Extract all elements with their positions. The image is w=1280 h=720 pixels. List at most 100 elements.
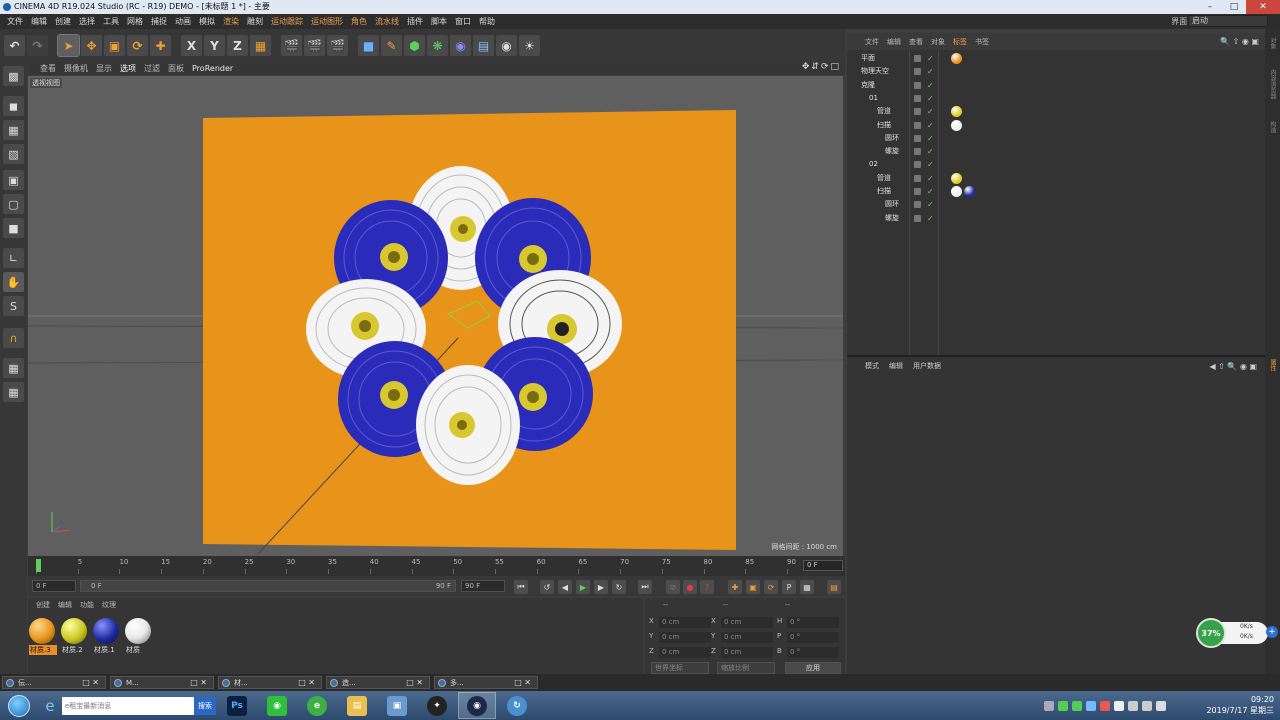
object-row[interactable]: 扫描 ✓ bbox=[847, 119, 1265, 132]
goto-start-icon[interactable]: ⏮ bbox=[514, 580, 528, 594]
taskbar-photoshop[interactable]: Ps bbox=[218, 692, 256, 719]
side-tab-content-browser[interactable]: 内容浏览器 bbox=[1268, 69, 1277, 99]
viewport-menu-cameras[interactable]: 摄像机 bbox=[60, 63, 92, 74]
visibility-toggle-icon[interactable] bbox=[914, 94, 921, 102]
tray-icon[interactable] bbox=[1128, 700, 1138, 711]
visibility-toggle-icon[interactable] bbox=[914, 161, 921, 169]
perspective-viewport[interactable]: 透视视图 网格间距 : 1000 cm bbox=[28, 76, 843, 556]
object-name[interactable]: 克隆 bbox=[861, 79, 875, 92]
material-menu-create[interactable]: 创建 bbox=[36, 600, 50, 610]
visibility-toggle-icon[interactable] bbox=[914, 121, 921, 129]
material-menu-function[interactable]: 功能 bbox=[80, 600, 94, 610]
viewport-menu-filter[interactable]: 过滤 bbox=[140, 63, 164, 74]
apply-button[interactable]: 应用 bbox=[785, 662, 841, 674]
object-row[interactable]: 平面 ✓ bbox=[847, 52, 1265, 65]
coord-mode-select[interactable]: 世界坐标 bbox=[651, 662, 709, 674]
enabled-check-icon[interactable]: ✓ bbox=[927, 65, 934, 78]
browser-icon[interactable]: e bbox=[38, 694, 62, 718]
search-input[interactable]: e租宝最新消息 bbox=[62, 696, 194, 715]
rotate-icon[interactable]: ⟳ bbox=[127, 35, 148, 56]
planar-workplane-icon[interactable]: ▦ bbox=[3, 382, 24, 402]
max-frame-field[interactable]: 90 F bbox=[461, 580, 505, 592]
menu-item-file[interactable]: 文件 bbox=[3, 14, 27, 29]
size-mode-select[interactable]: 缩放比例 bbox=[717, 662, 775, 674]
make-editable-icon[interactable]: ▩ bbox=[3, 66, 24, 86]
menu-item-window[interactable]: 窗口 bbox=[451, 14, 475, 29]
object-name[interactable]: 圆环 bbox=[885, 198, 899, 211]
deformer-icon[interactable]: ◉ bbox=[450, 35, 471, 56]
light-icon[interactable]: ☀ bbox=[519, 35, 540, 56]
volume-icon[interactable] bbox=[1156, 700, 1166, 711]
visibility-toggle-icon[interactable] bbox=[914, 214, 921, 222]
object-name[interactable]: 02 bbox=[869, 158, 878, 171]
window-tab[interactable]: 伝... □ ✕ bbox=[2, 676, 106, 689]
window-tab-controls[interactable]: □ ✕ bbox=[406, 678, 423, 687]
side-tab-structure[interactable]: 构造 bbox=[1268, 121, 1277, 133]
coord-value[interactable]: 0 ° bbox=[787, 632, 839, 643]
pen-icon[interactable]: ✎ bbox=[381, 35, 402, 56]
magnet-icon[interactable]: ∩ bbox=[3, 328, 24, 348]
obj-menu-tags[interactable]: 标签 bbox=[953, 37, 967, 47]
visibility-toggle-icon[interactable] bbox=[914, 108, 921, 116]
material-tag-icon[interactable] bbox=[951, 53, 962, 64]
keyframe-selection-icon[interactable]: ? bbox=[700, 580, 714, 594]
taskbar-cinema4d[interactable]: ◉ bbox=[458, 692, 496, 719]
menu-item-mesh[interactable]: 网格 bbox=[123, 14, 147, 29]
window-tab[interactable]: 材... □ ✕ bbox=[218, 676, 322, 689]
window-tab[interactable]: 造... □ ✕ bbox=[326, 676, 430, 689]
key-parameter-icon[interactable]: P bbox=[782, 580, 796, 594]
enabled-check-icon[interactable]: ✓ bbox=[927, 185, 934, 198]
viewport-menu-prorender[interactable]: ProRender bbox=[188, 64, 237, 73]
object-row[interactable]: 扫描 ✓ bbox=[847, 185, 1265, 198]
timeline-ruler[interactable]: 051015202530354045505560657075808590 0 F bbox=[28, 556, 845, 576]
material-slot[interactable]: 材质 bbox=[125, 618, 153, 654]
menu-item-animate[interactable]: 动画 bbox=[171, 14, 195, 29]
enabled-check-icon[interactable]: ✓ bbox=[927, 119, 934, 132]
tray-icon[interactable] bbox=[1114, 700, 1124, 711]
coord-value[interactable]: 0 cm bbox=[659, 647, 711, 658]
object-name[interactable]: 螺旋 bbox=[885, 145, 899, 158]
taskbar-computer[interactable]: ▣ bbox=[378, 692, 416, 719]
enabled-check-icon[interactable]: ✓ bbox=[927, 132, 934, 145]
enabled-check-icon[interactable]: ✓ bbox=[927, 105, 934, 118]
material-slot[interactable]: 材质.1 bbox=[93, 618, 121, 654]
enabled-check-icon[interactable]: ✓ bbox=[927, 79, 934, 92]
enabled-check-icon[interactable]: ✓ bbox=[927, 92, 934, 105]
coord-value[interactable]: 0 ° bbox=[787, 647, 839, 658]
start-button[interactable] bbox=[0, 691, 38, 720]
tray-icon[interactable] bbox=[1142, 700, 1152, 711]
visibility-toggle-icon[interactable] bbox=[914, 55, 921, 62]
menu-item-render[interactable]: 渲染 bbox=[219, 14, 243, 29]
live-select-icon[interactable]: ➤ bbox=[57, 34, 80, 57]
object-name[interactable]: 管道 bbox=[877, 105, 891, 118]
y-axis-icon[interactable]: Y bbox=[204, 35, 225, 56]
window-tab-controls[interactable]: □ ✕ bbox=[298, 678, 315, 687]
enabled-check-icon[interactable]: ✓ bbox=[927, 158, 934, 171]
object-row[interactable]: 螺旋 ✓ bbox=[847, 212, 1265, 225]
coord-value[interactable]: 0 cm bbox=[721, 632, 773, 643]
goto-end-icon[interactable]: ⏭ bbox=[638, 580, 652, 594]
window-tab-controls[interactable]: □ ✕ bbox=[514, 678, 531, 687]
object-row[interactable]: 圆环 ✓ bbox=[847, 198, 1265, 211]
menu-item-tools[interactable]: 工具 bbox=[99, 14, 123, 29]
timeline-playhead[interactable] bbox=[36, 559, 41, 572]
attr-menu-user-data[interactable]: 用户数据 bbox=[913, 361, 941, 371]
viewport-menu-view[interactable]: 查看 bbox=[36, 63, 60, 74]
taskbar-tool[interactable]: ✦ bbox=[418, 692, 456, 719]
snap-icon[interactable]: S bbox=[3, 296, 24, 316]
viewport-menu-panel[interactable]: 面板 bbox=[164, 63, 188, 74]
enabled-check-icon[interactable]: ✓ bbox=[927, 212, 934, 225]
key-scale-icon[interactable]: ▣ bbox=[746, 580, 760, 594]
points-mode-icon[interactable]: ▣ bbox=[3, 170, 24, 190]
side-tab-objects[interactable]: 对象 bbox=[1268, 37, 1277, 49]
taskbar-360-browser[interactable]: e bbox=[298, 692, 336, 719]
cube-icon[interactable]: ■ bbox=[358, 35, 379, 56]
visibility-toggle-icon[interactable] bbox=[914, 188, 921, 195]
next-key-icon[interactable]: ↻ bbox=[612, 580, 626, 594]
timeline-end-field[interactable]: 0 F bbox=[803, 560, 843, 571]
z-axis-icon[interactable]: Z bbox=[227, 35, 248, 56]
array-icon[interactable]: ❋ bbox=[427, 35, 448, 56]
camera-icon[interactable]: ◉ bbox=[496, 35, 517, 56]
coord-value[interactable]: 0 cm bbox=[721, 617, 773, 628]
minimize-icon[interactable]: – bbox=[1198, 0, 1222, 14]
